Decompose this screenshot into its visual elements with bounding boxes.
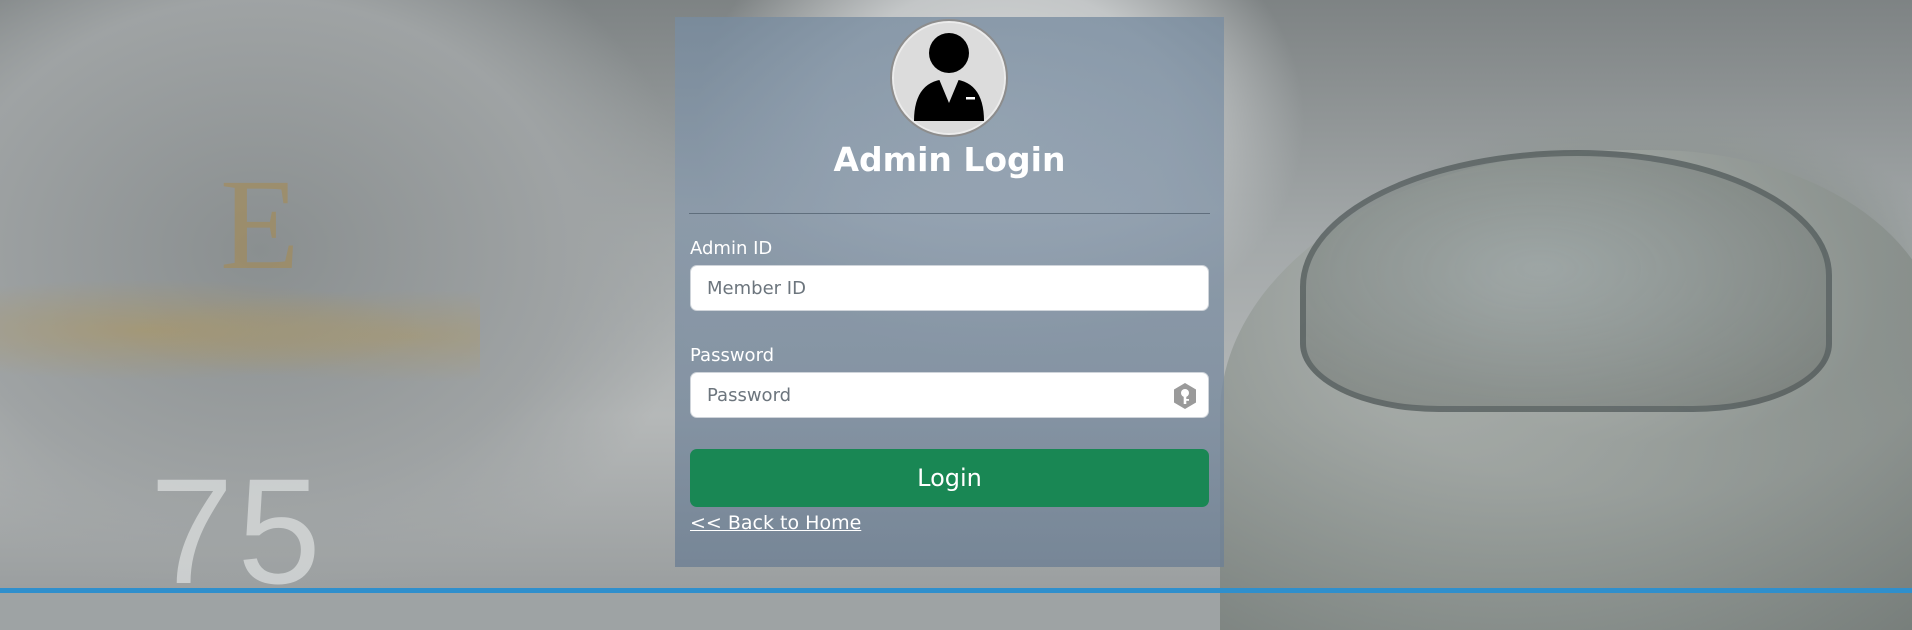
admin-user-icon	[890, 19, 1008, 137]
background-jet-canopy	[1300, 150, 1832, 412]
password-field-wrapper	[690, 372, 1209, 418]
back-to-home-link[interactable]: << Back to Home	[690, 512, 861, 534]
login-button[interactable]: Login	[690, 449, 1209, 507]
key-icon	[1171, 382, 1199, 410]
login-panel: Admin Login Admin ID Password Login << B…	[675, 17, 1224, 567]
password-input[interactable]	[691, 373, 1208, 417]
background-letter: E	[220, 153, 300, 297]
bottom-accent-bar	[0, 588, 1912, 593]
admin-id-label: Admin ID	[690, 238, 773, 259]
admin-id-field-wrapper	[690, 265, 1209, 311]
admin-id-input[interactable]	[691, 266, 1208, 310]
page-title: Admin Login	[833, 140, 1066, 179]
title-divider	[689, 213, 1210, 214]
password-label: Password	[690, 345, 775, 366]
